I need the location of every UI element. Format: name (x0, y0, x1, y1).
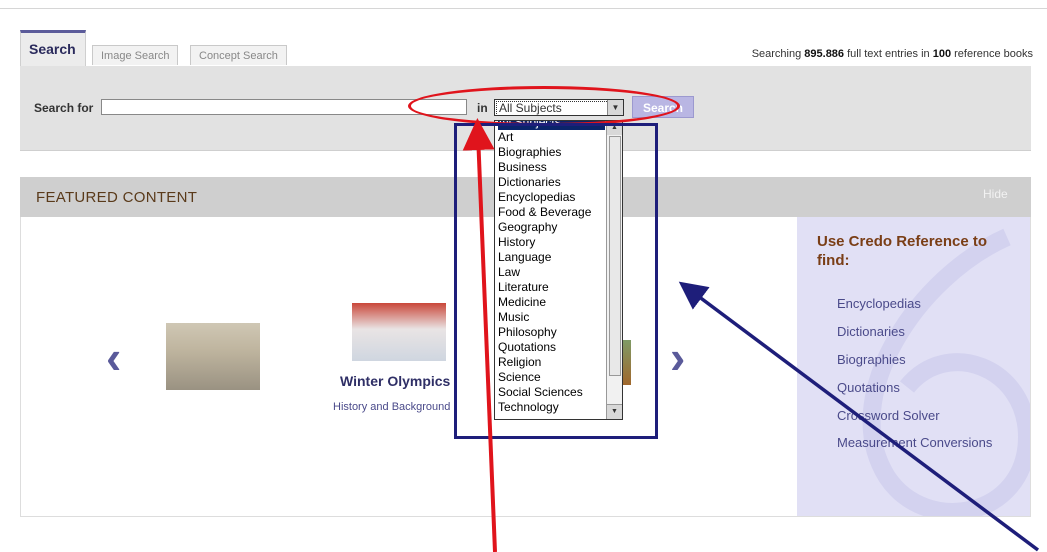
navy-arrow (678, 281, 1040, 552)
red-arrow (462, 118, 497, 552)
annotation-arrows (462, 118, 1040, 552)
